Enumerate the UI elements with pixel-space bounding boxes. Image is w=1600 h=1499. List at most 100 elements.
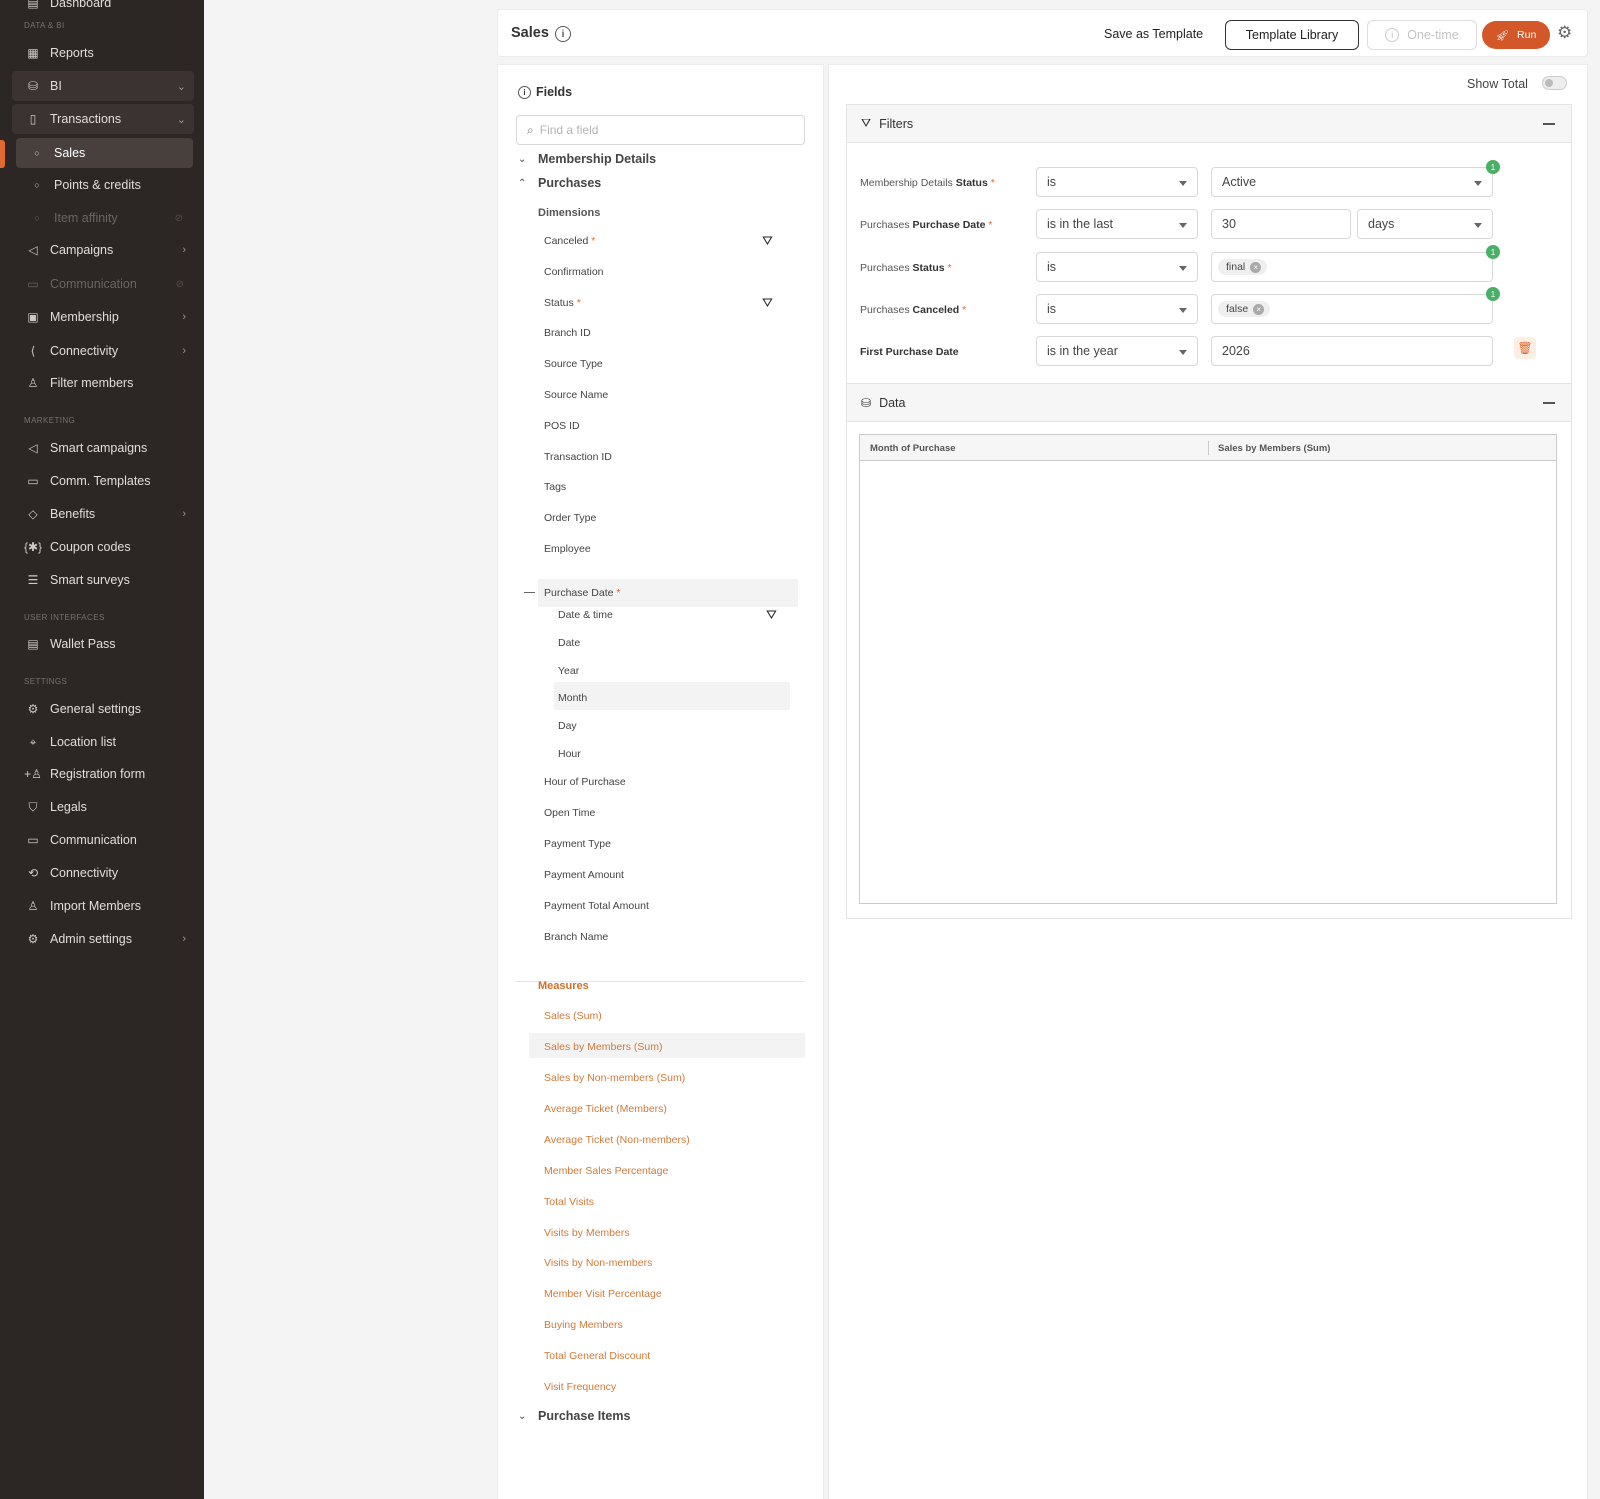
operator-select[interactable]: is in the last	[1036, 209, 1198, 239]
gear-icon[interactable]: ⚙	[1557, 23, 1572, 43]
field-confirmation[interactable]: Confirmation	[544, 266, 604, 278]
measure-item[interactable]: Sales by Members (Sum)	[544, 1041, 662, 1053]
search-input[interactable]	[539, 123, 780, 137]
sidebar-item-legals[interactable]: ⛉ Legals	[12, 792, 194, 822]
sidebar-item-connectivity-bi[interactable]: ⟨ Connectivity ›	[12, 336, 194, 366]
field-date-time[interactable]: Date & time	[558, 609, 613, 621]
measure-item[interactable]: Average Ticket (Members)	[544, 1103, 667, 1115]
measure-item[interactable]: Average Ticket (Non-members)	[544, 1134, 690, 1146]
sidebar-item-campaigns[interactable]: ◁ Campaigns ›	[12, 235, 194, 265]
show-total-toggle[interactable]	[1542, 76, 1567, 90]
field-transaction-id[interactable]: Transaction ID	[544, 451, 612, 463]
column-header[interactable]: Sales by Members (Sum)	[1218, 443, 1330, 454]
remove-chip-icon[interactable]: ×	[1250, 261, 1262, 273]
field-order-type[interactable]: Order Type	[544, 512, 596, 524]
data-header[interactable]: ⛁ Data	[847, 384, 1571, 422]
group-membership-details[interactable]: ⌄ Membership Details	[518, 152, 656, 166]
template-library-button[interactable]: Template Library	[1225, 20, 1359, 50]
measure-item[interactable]: Sales (Sum)	[544, 1010, 602, 1022]
field-payment-type[interactable]: Payment Type	[544, 838, 611, 850]
value-chip: false ×	[1218, 301, 1271, 317]
sidebar-item-transactions[interactable]: ▯ Transactions ⌄	[12, 104, 194, 134]
measure-item[interactable]: Member Sales Percentage	[544, 1165, 668, 1177]
sidebar-item-reports[interactable]: ▦ Reports	[12, 38, 194, 68]
save-as-template-button[interactable]: Save as Template	[1104, 27, 1203, 41]
operator-select[interactable]: is	[1036, 252, 1198, 282]
field-pos-id[interactable]: POS ID	[544, 420, 580, 432]
value-input[interactable]: 2026	[1211, 336, 1493, 366]
filter-icon[interactable]: ⛛	[762, 295, 773, 311]
sidebar-item-bi[interactable]: ⛁ BI ⌄	[12, 71, 194, 101]
sidebar-item-registration-form[interactable]: +♙ Registration form	[12, 759, 194, 789]
sidebar-item-admin-settings[interactable]: ⚙ Admin settings ›	[12, 924, 194, 954]
sidebar-item-dashboard[interactable]: ▤ Dashboard	[12, 0, 194, 18]
sidebar-item-general-settings[interactable]: ⚙ General settings	[12, 694, 194, 724]
value-input[interactable]: 30	[1211, 209, 1351, 239]
field-payment-amount[interactable]: Payment Amount	[544, 869, 624, 881]
sidebar-item-filter-members[interactable]: ♙ Filter members	[12, 368, 194, 398]
sidebar-item-smart-surveys[interactable]: ☰ Smart surveys	[12, 565, 194, 595]
field-search[interactable]: ⌕	[516, 115, 805, 145]
field-date[interactable]: Date	[558, 637, 580, 649]
field-open-time[interactable]: Open Time	[544, 807, 595, 819]
count-badge: 1	[1486, 245, 1500, 259]
sidebar-item-benefits[interactable]: ◇ Benefits ›	[12, 499, 194, 529]
operator-select[interactable]: is	[1036, 294, 1198, 324]
field-hour-of-purchase[interactable]: Hour of Purchase	[544, 776, 626, 788]
sidebar-item-coupon-codes[interactable]: {✱} Coupon codes	[12, 532, 194, 562]
column-header[interactable]: Month of Purchase	[870, 443, 956, 454]
field-month[interactable]: Month	[558, 692, 587, 704]
sidebar-item-membership[interactable]: ▣ Membership ›	[12, 302, 194, 332]
measure-item[interactable]: Sales by Non-members (Sum)	[544, 1072, 685, 1084]
field-branch-name[interactable]: Branch Name	[544, 931, 608, 943]
field-tags[interactable]: Tags	[544, 481, 566, 493]
value-multiselect[interactable]: final ×	[1211, 252, 1493, 282]
sidebar-item-communication[interactable]: ▭ Communication	[12, 825, 194, 855]
operator-select[interactable]: is in the year	[1036, 336, 1198, 366]
filter-icon[interactable]: ⛛	[766, 607, 777, 623]
collapse-icon[interactable]	[1543, 402, 1555, 404]
field-status[interactable]: Status *	[544, 297, 581, 309]
group-purchase-items[interactable]: ⌄ Purchase Items	[518, 1409, 630, 1423]
field-year[interactable]: Year	[558, 665, 579, 677]
field-canceled[interactable]: Canceled *	[544, 235, 595, 247]
collapse-icon[interactable]	[1543, 123, 1555, 125]
sidebar-item-connectivity[interactable]: ⟲ Connectivity	[12, 858, 194, 888]
column-divider[interactable]	[1208, 441, 1209, 455]
info-icon[interactable]: i	[555, 26, 571, 42]
sidebar-item-wallet-pass[interactable]: ▤ Wallet Pass	[12, 629, 194, 659]
operator-select[interactable]: is	[1036, 167, 1198, 197]
measure-item[interactable]: Visit Frequency	[544, 1381, 616, 1393]
field-month-highlight	[554, 682, 790, 710]
group-purchases[interactable]: ⌃ Purchases	[518, 176, 601, 190]
sidebar-item-sales[interactable]: ○ Sales	[16, 138, 193, 168]
sidebar-item-points-credits[interactable]: ○ Points & credits	[16, 170, 193, 200]
sidebar-item-comm-templates[interactable]: ▭ Comm. Templates	[12, 466, 194, 496]
field-source-name[interactable]: Source Name	[544, 389, 608, 401]
measure-item[interactable]: Visits by Members	[544, 1227, 630, 1239]
remove-chip-icon[interactable]: ×	[1253, 303, 1265, 315]
measure-item[interactable]: Total Visits	[544, 1196, 594, 1208]
unit-select[interactable]: days	[1357, 209, 1493, 239]
field-employee[interactable]: Employee	[544, 543, 591, 555]
measure-item[interactable]: Total General Discount	[544, 1350, 650, 1362]
value-select[interactable]: Active	[1211, 167, 1493, 197]
measure-item[interactable]: Buying Members	[544, 1319, 623, 1331]
run-button[interactable]: 🚀︎ Run	[1482, 21, 1550, 49]
sidebar-item-location-list[interactable]: ⌖ Location list	[12, 727, 194, 757]
field-day[interactable]: Day	[558, 720, 577, 732]
sidebar-item-smart-campaigns[interactable]: ◁ Smart campaigns	[12, 433, 194, 463]
field-payment-total-amount[interactable]: Payment Total Amount	[544, 900, 649, 912]
measure-item[interactable]: Visits by Non-members	[544, 1257, 652, 1269]
trash-icon[interactable]: 🗑︎	[1514, 337, 1536, 359]
field-branch-id[interactable]: Branch ID	[544, 327, 591, 339]
field-hour[interactable]: Hour	[558, 748, 581, 760]
value-multiselect[interactable]: false ×	[1211, 294, 1493, 324]
caret-down-icon	[1179, 350, 1187, 355]
filter-icon[interactable]: ⛛	[762, 233, 773, 249]
field-source-type[interactable]: Source Type	[544, 358, 603, 370]
field-purchase-date[interactable]: Purchase Date *	[524, 579, 798, 607]
sidebar-item-import-members[interactable]: ♙ Import Members	[12, 891, 194, 921]
measure-item[interactable]: Member Visit Percentage	[544, 1288, 662, 1300]
filters-header[interactable]: ⛛ Filters	[847, 105, 1571, 143]
